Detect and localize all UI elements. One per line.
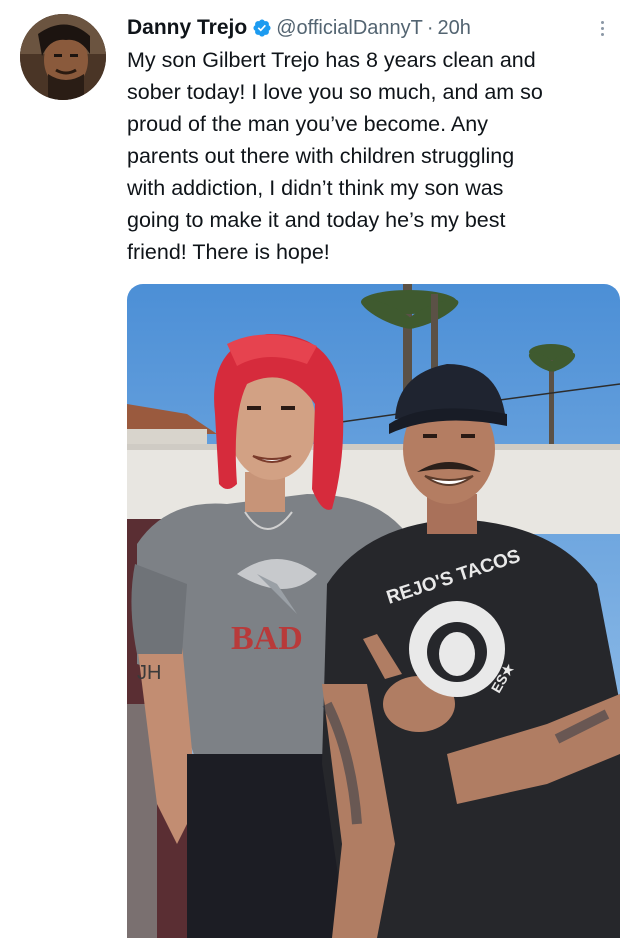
tweet-text-line: My son Gilbert Trejo has 8 years clean a… bbox=[127, 48, 536, 72]
tweet-photo[interactable]: BAD JH REJO'S TACOS ES★ bbox=[127, 284, 620, 938]
more-options-icon[interactable] bbox=[592, 12, 612, 44]
tweet-text-line: with addiction, I didn’t think my son wa… bbox=[127, 176, 504, 200]
verified-badge-icon bbox=[252, 18, 272, 38]
header-separator: · bbox=[426, 16, 434, 39]
tweet-timestamp[interactable]: 20h bbox=[438, 17, 471, 40]
svg-text:BAD: BAD bbox=[231, 620, 303, 657]
tweet-text-line: going to make it and today he’s my best bbox=[127, 208, 506, 232]
tweet-header: Danny Trejo @officialDannyT · 20h bbox=[127, 12, 620, 44]
author-avatar[interactable] bbox=[20, 14, 106, 100]
photo-illustration: BAD JH REJO'S TACOS ES★ bbox=[127, 284, 620, 938]
tweet-body: My son Gilbert Trejo has 8 years clean a… bbox=[127, 44, 617, 268]
author-handle[interactable]: @officialDannyT bbox=[276, 17, 423, 40]
tweet-text-line: sober today! I love you so much, and am … bbox=[127, 80, 543, 104]
author-name[interactable]: Danny Trejo bbox=[127, 16, 247, 40]
tweet-text-line: proud of the man you’ve become. Any bbox=[127, 112, 488, 136]
tweet-text-line: friend! There is hope! bbox=[127, 240, 330, 264]
tweet-text-line: parents out there with children struggli… bbox=[127, 144, 515, 168]
svg-text:JH: JH bbox=[137, 662, 161, 684]
avatar-photo bbox=[20, 14, 106, 100]
